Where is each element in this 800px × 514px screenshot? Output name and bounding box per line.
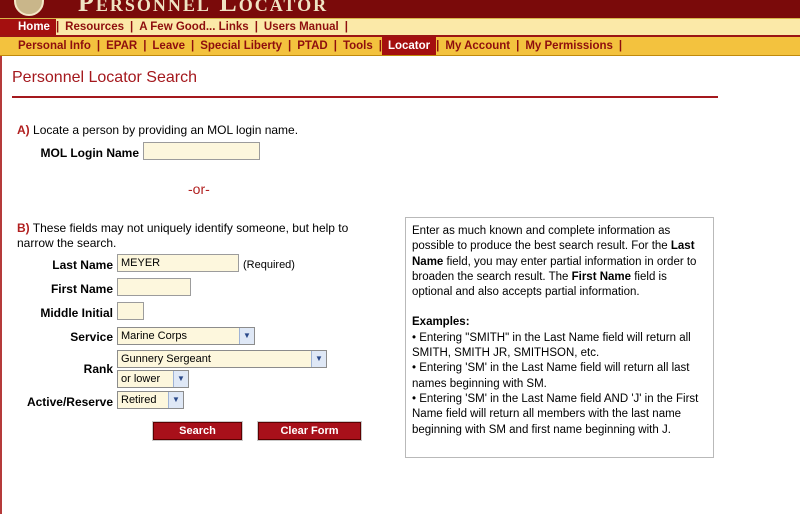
page-title: Personnel Locator Search (12, 69, 197, 86)
nav-separator: | (344, 21, 348, 33)
mol-login-label: MOL Login Name (40, 146, 139, 160)
last-name-input[interactable]: MEYER (117, 254, 239, 272)
title-divider (12, 96, 718, 98)
active-reserve-selected-value: Retired (121, 394, 157, 406)
middle-initial-label: Middle Initial (40, 306, 113, 320)
section-b-instructions: B) These fields may not uniquely identif… (17, 221, 348, 235)
seal-logo (14, 0, 44, 16)
chevron-down-icon[interactable]: ▼ (168, 392, 183, 408)
section-a-letter: A) (17, 123, 30, 137)
section-b-letter: B) (17, 221, 30, 235)
help-intro: Enter as much known and complete informa… (412, 224, 707, 300)
examples-heading: Examples: (412, 316, 470, 329)
section-a-instructions: A) Locate a person by providing an MOL l… (17, 123, 298, 137)
service-label: Service (70, 330, 113, 344)
service-select[interactable]: Marine Corps ▼ (117, 327, 255, 345)
app-logo-text: Personnel Locator (78, 0, 329, 17)
primary-nav: Home | Resources | A Few Good... Links |… (0, 18, 800, 37)
nav-locator[interactable]: Locator (381, 37, 437, 55)
section-b-text-line1: These fields may not uniquely identify s… (32, 221, 349, 235)
rank-select[interactable]: Gunnery Sergeant ▼ (117, 350, 327, 368)
nav-separator: | (618, 40, 623, 52)
active-reserve-select[interactable]: Retired ▼ (117, 391, 184, 409)
rank-label: Rank (83, 362, 113, 376)
first-name-label: First Name (50, 282, 113, 296)
nav-users-manual[interactable]: Users Manual (258, 19, 345, 35)
header-banner: Personnel Locator (0, 0, 800, 18)
secondary-nav: Personal Info | EPAR | Leave | Special L… (0, 37, 800, 56)
help-example-3: • Entering 'SM' in the Last Name field A… (412, 392, 699, 436)
help-first-name-term: First Name (571, 270, 632, 283)
help-examples-title: Examples: (412, 315, 707, 330)
chevron-down-icon[interactable]: ▼ (173, 371, 188, 387)
nav-personal-info[interactable]: Personal Info (0, 37, 97, 55)
nav-leave[interactable]: Leave (146, 37, 191, 55)
help-example-2: • Entering 'SM' in the Last Name field w… (412, 362, 690, 390)
search-button[interactable]: Search (152, 421, 243, 441)
rank-modifier-selected-value: or lower (121, 373, 161, 385)
nav-epar[interactable]: EPAR (100, 37, 143, 55)
last-name-label: Last Name (52, 258, 113, 272)
nav-links[interactable]: A Few Good... Links (133, 19, 254, 35)
first-name-input[interactable] (117, 278, 191, 296)
active-reserve-label: Active/Reserve (26, 395, 113, 409)
left-border (0, 56, 2, 514)
help-spacer (412, 300, 707, 315)
nav-ptad[interactable]: PTAD (291, 37, 333, 55)
nav-my-account[interactable]: My Account (439, 37, 516, 55)
help-panel: Enter as much known and complete informa… (405, 217, 714, 458)
clear-form-button[interactable]: Clear Form (257, 421, 362, 441)
required-note: (Required) (243, 259, 295, 271)
nav-special-liberty[interactable]: Special Liberty (194, 37, 288, 55)
or-divider-text: -or- (188, 181, 210, 197)
help-intro-text: Enter as much known and complete informa… (412, 225, 671, 253)
section-b-text-line2: narrow the search. (17, 236, 117, 250)
nav-tools[interactable]: Tools (337, 37, 379, 55)
help-example-1: • Entering "SMITH" in the Last Name fiel… (412, 331, 691, 360)
nav-home[interactable]: Home (0, 19, 56, 35)
mol-login-input[interactable] (143, 142, 260, 160)
service-selected-value: Marine Corps (121, 330, 188, 342)
rank-modifier-select[interactable]: or lower ▼ (117, 370, 189, 388)
chevron-down-icon[interactable]: ▼ (239, 328, 254, 344)
rank-selected-value: Gunnery Sergeant (121, 353, 211, 365)
section-a-text: Locate a person by providing an MOL logi… (33, 123, 299, 137)
nav-my-permissions[interactable]: My Permissions (519, 37, 619, 55)
nav-resources[interactable]: Resources (59, 19, 130, 35)
middle-initial-input[interactable] (117, 302, 144, 320)
chevron-down-icon[interactable]: ▼ (311, 351, 326, 367)
